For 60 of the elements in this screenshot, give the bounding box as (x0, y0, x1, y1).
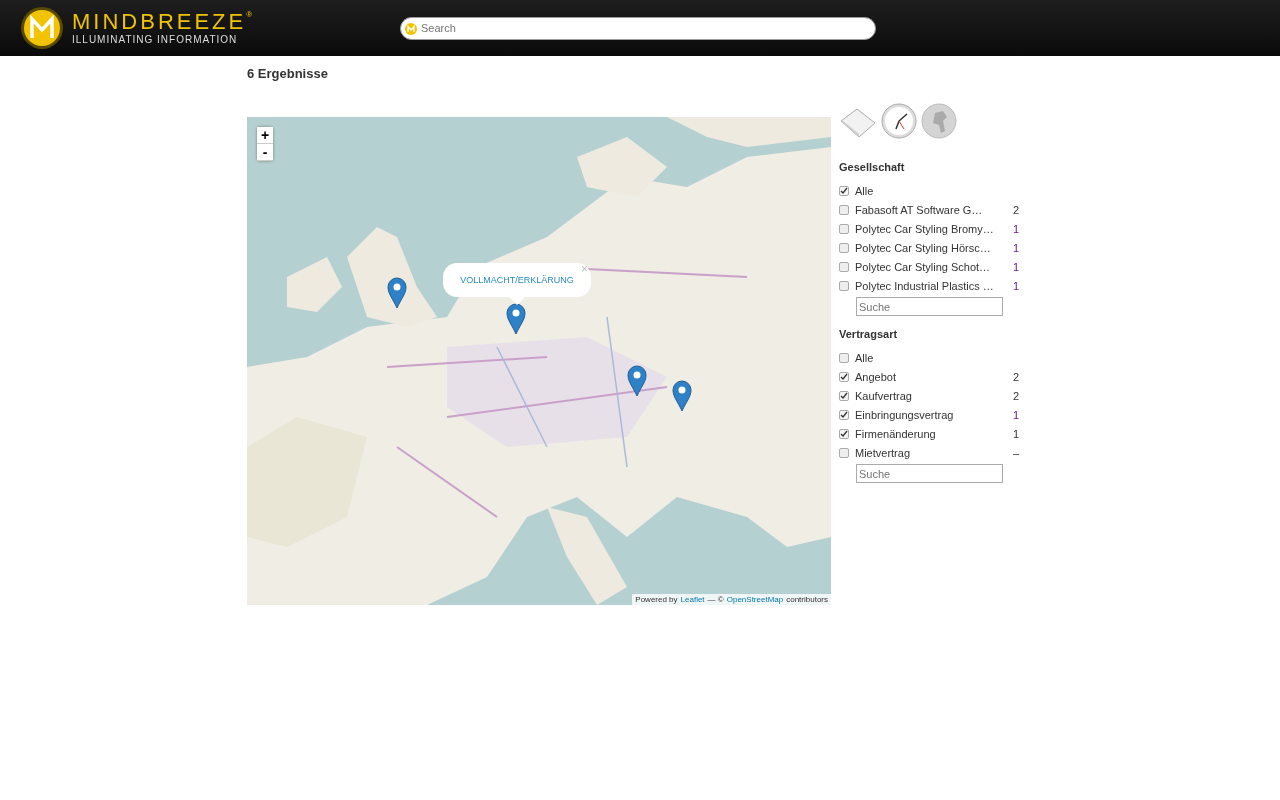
facet-count[interactable]: – (1005, 446, 1019, 459)
clock-icon[interactable] (881, 103, 917, 139)
facet-search-field[interactable]: Suche (856, 297, 1003, 316)
facet-option[interactable]: Alle (855, 184, 1019, 197)
facet-option[interactable]: Angebot (855, 370, 1005, 383)
zoom-in-button[interactable]: + (257, 127, 273, 144)
facet-count[interactable]: 1 (1005, 279, 1019, 292)
zoom-out-button[interactable]: - (257, 144, 273, 161)
checkbox[interactable] (839, 223, 849, 234)
leaflet-link[interactable]: Leaflet (680, 595, 705, 604)
checkbox[interactable] (839, 261, 849, 272)
checkbox[interactable] (839, 371, 849, 382)
facet-count[interactable]: 1 (1005, 427, 1019, 440)
logo-title: MINDBREEZE$^{®}$ (72, 11, 256, 33)
facet-option[interactable]: Firmenänderung (855, 427, 1005, 440)
map-pin-icon[interactable] (672, 380, 692, 412)
facet-option[interactable]: Einbringungsvertrag (855, 408, 1005, 421)
facet-option[interactable]: Mietvertrag (855, 446, 1005, 459)
map-pin-icon[interactable] (627, 365, 647, 397)
facet-count[interactable]: 2 (1005, 203, 1019, 216)
facet-option[interactable]: Polytec Car Styling Bromy… (855, 222, 1005, 235)
popup-pointer (509, 297, 525, 305)
logo-icon (405, 22, 417, 35)
attribution-text: contributors (786, 595, 828, 604)
map-pin-icon[interactable] (506, 303, 526, 335)
openstreetmap-link[interactable]: OpenStreetMap (726, 595, 784, 604)
facet-search-field[interactable]: Suche (856, 464, 1003, 483)
attribution-text: Powered by (635, 595, 678, 604)
facet-count[interactable]: 2 (1005, 389, 1019, 402)
checkbox[interactable] (839, 390, 849, 401)
checkbox[interactable] (839, 409, 849, 420)
facet-option[interactable]: Kaufvertrag (855, 389, 1005, 402)
facet-count[interactable]: 1 (1005, 241, 1019, 254)
search-field[interactable]: Search (400, 16, 876, 40)
facet-count[interactable]: 1 (1005, 260, 1019, 273)
facet-option[interactable]: Polytec Industrial Plastics … (855, 279, 1005, 292)
checkbox[interactable] (839, 185, 849, 196)
checkbox[interactable] (839, 242, 849, 253)
checkbox[interactable] (839, 428, 849, 439)
facet-option[interactable]: Fabasoft AT Software G… (855, 203, 1005, 216)
map[interactable]: + - VOLLMACHT/ERKLÄRUNG × Powered by Leaflet — © OpenStreetMap contributors (247, 117, 831, 605)
facet-count[interactable]: 1 (1005, 408, 1019, 421)
popup-title[interactable]: VOLLMACHT/ERKLÄRUNG (460, 275, 574, 285)
logo-tagline: ILLUMINATING INFORMATION (72, 35, 239, 45)
checkbox[interactable] (839, 280, 849, 291)
checkbox[interactable] (839, 447, 849, 458)
logo-icon (20, 6, 64, 50)
facet-option[interactable]: Polytec Car Styling Hörsc… (855, 241, 1005, 254)
facet-option[interactable]: Polytec Car Styling Schot… (855, 260, 1005, 273)
map-pin-icon[interactable] (387, 277, 407, 309)
attribution-text: — © (707, 595, 724, 604)
facet-count[interactable]: 2 (1005, 370, 1019, 383)
checkbox[interactable] (839, 204, 849, 215)
results-count: 6 Ergebnisse (247, 66, 329, 81)
facet-title: Vertragsart (839, 328, 899, 340)
checkbox[interactable] (839, 352, 849, 363)
facet-count[interactable]: 1 (1005, 222, 1019, 235)
facet-title: Gesellschaft (839, 161, 906, 173)
globe-icon[interactable] (921, 103, 957, 139)
facet-option[interactable]: Alle (855, 351, 1019, 364)
